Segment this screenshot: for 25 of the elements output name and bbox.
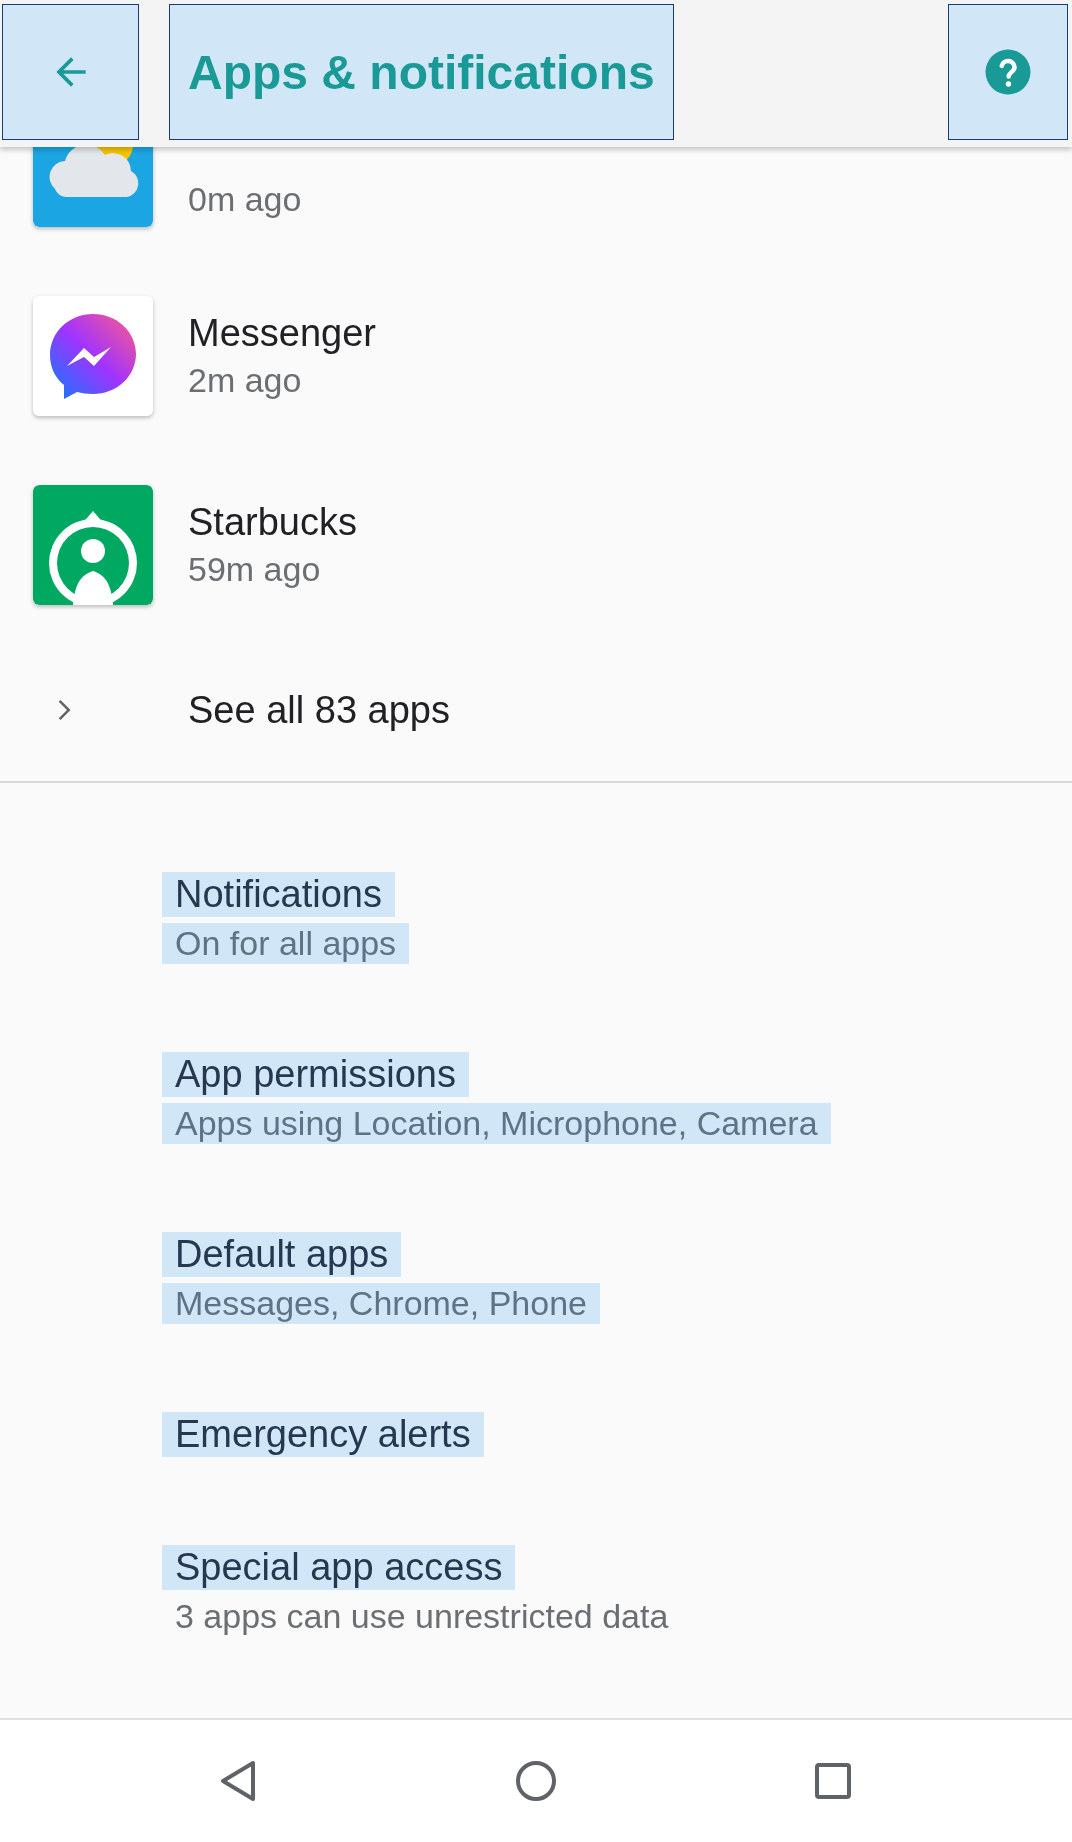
recent-app-item[interactable]: 0m ago <box>0 147 1072 261</box>
recent-app-item[interactable]: Starbucks 59m ago <box>0 450 1072 639</box>
last-used-time: 0m ago <box>188 180 302 219</box>
setting-summary: Apps using Location, Microphone, Camera <box>162 1103 831 1144</box>
see-all-label: See all 83 apps <box>188 688 450 732</box>
app-name: Starbucks <box>188 500 357 544</box>
setting-title: Special app access <box>162 1545 516 1590</box>
setting-summary: Messages, Chrome, Phone <box>162 1283 600 1324</box>
page-title: Apps & notifications <box>169 4 674 140</box>
setting-title: Notifications <box>162 872 395 917</box>
settings-item[interactable]: App permissions Apps using Location, Microphone, Camera <box>0 1008 1072 1188</box>
see-all-apps-item[interactable]: See all 83 apps <box>0 639 1072 781</box>
settings-item[interactable]: Special app access 3 apps can use unrestricted data <box>0 1501 1072 1681</box>
setting-title: Emergency alerts <box>162 1412 484 1457</box>
last-used-time: 59m ago <box>188 549 322 589</box>
settings-item[interactable]: Notifications On for all apps <box>0 828 1072 1008</box>
setting-title: App permissions <box>162 1052 469 1097</box>
setting-title: Default apps <box>162 1232 402 1277</box>
app-name: Messenger <box>188 311 376 355</box>
setting-summary: 3 apps can use unrestricted data <box>174 1596 670 1637</box>
recent-app-item[interactable]: Messenger 2m ago <box>0 261 1072 450</box>
settings-item[interactable]: Emergency alerts <box>0 1368 1072 1501</box>
last-used-time: 2m ago <box>188 360 303 400</box>
setting-summary: On for all apps <box>162 923 410 964</box>
settings-item[interactable]: Default apps Messages, Chrome, Phone <box>0 1188 1072 1368</box>
